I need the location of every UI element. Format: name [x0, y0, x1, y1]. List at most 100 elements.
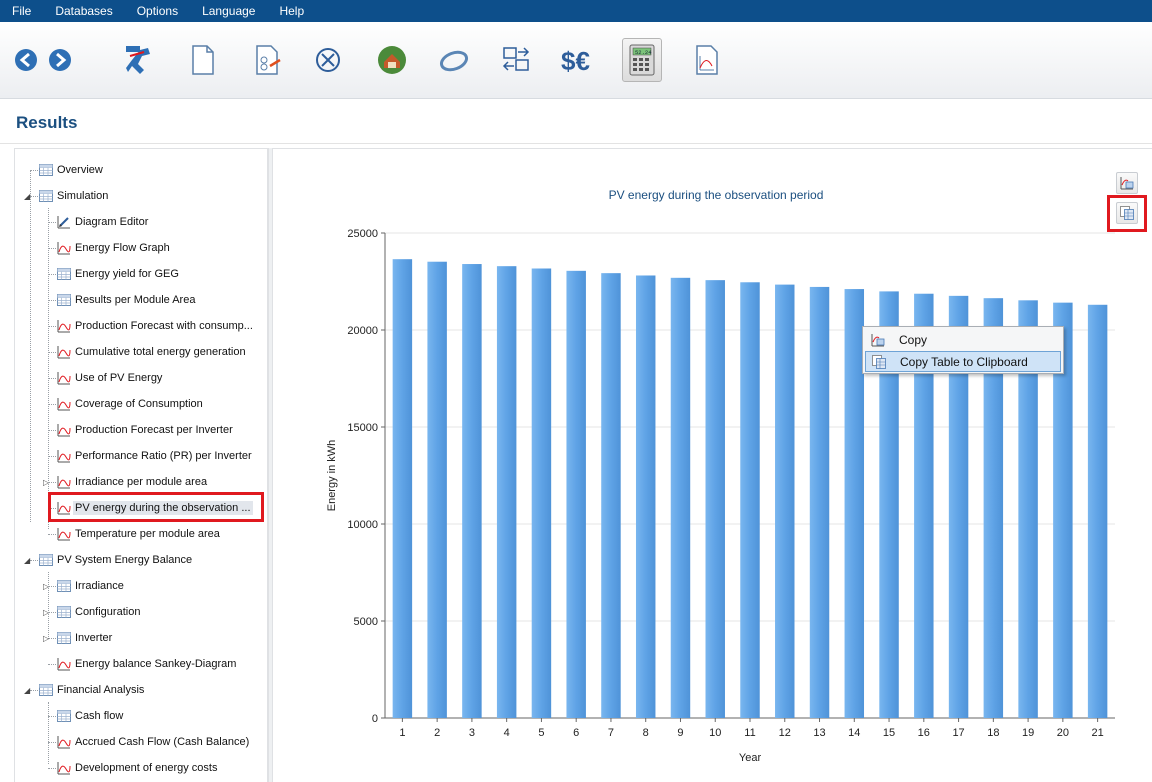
x-tick-label: 9	[677, 727, 683, 739]
y-axis-label: Energy in kWh	[326, 440, 338, 512]
tree-item-diagram-editor[interactable]: Diagram Editor	[56, 213, 150, 231]
bar-chart: 05000100001500020000250001 2 3 4 5 6 7 8 9 10 11 12…	[326, 228, 1115, 764]
menu-help[interactable]: Help	[267, 0, 316, 22]
tree-item-irradiance[interactable]: Irradiance	[56, 577, 126, 595]
x-tick-label: 19	[1022, 727, 1034, 739]
import-export-button[interactable]	[496, 38, 536, 82]
bar-year-10	[705, 280, 725, 718]
close-circle-icon	[316, 48, 340, 72]
project-runner-icon	[126, 46, 150, 74]
tree-connector	[48, 326, 56, 327]
x-tick-label: 20	[1057, 727, 1069, 739]
tree-item-label: PV System Energy Balance	[57, 554, 193, 566]
tree-connector	[48, 404, 56, 405]
table-icon	[56, 630, 72, 646]
tree-connector	[48, 456, 56, 457]
table-icon	[38, 162, 54, 178]
collapse-arrow-icon[interactable]: ◢	[24, 686, 33, 695]
3d-visualization-button[interactable]	[372, 38, 412, 82]
bar-year-2	[427, 261, 447, 718]
tree-connector	[48, 274, 56, 275]
chart-icon	[56, 448, 72, 464]
new-document-button[interactable]	[182, 38, 222, 82]
tree-item-cumulative-total-energy-generation[interactable]: Cumulative total energy generation	[56, 343, 248, 361]
tree-item-label: Performance Ratio (PR) per Inverter	[75, 450, 252, 462]
tree-item-energy-yield-for-geg[interactable]: Energy yield for GEG	[56, 265, 181, 283]
table-icon	[38, 552, 54, 568]
tree-item-production-forecast-with-consump[interactable]: Production Forecast with consump...	[56, 317, 255, 335]
tree-item-configuration[interactable]: Configuration	[56, 603, 142, 621]
tree-item-energy-balance-sankey-diagram[interactable]: Energy balance Sankey-Diagram	[56, 655, 238, 673]
x-tick-label: 7	[608, 727, 614, 739]
menu-file[interactable]: File	[0, 0, 43, 22]
tree-connector	[48, 716, 56, 717]
tree-item-label: Production Forecast with consump...	[75, 320, 253, 332]
y-tick-label: 10000	[347, 519, 378, 531]
menu-databases[interactable]: Databases	[43, 0, 124, 22]
tree-connector	[48, 702, 49, 764]
tree-item-results-per-module-area[interactable]: Results per Module Area	[56, 291, 197, 309]
context-menu-copy-table[interactable]: Copy Table to Clipboard	[865, 351, 1061, 372]
title-divider	[0, 143, 1152, 144]
tree-item-financial-analysis[interactable]: Financial Analysis	[38, 681, 146, 699]
chart-document-button[interactable]	[686, 38, 726, 82]
project-runner-button[interactable]	[118, 38, 158, 82]
tree-item-label: Financial Analysis	[57, 684, 145, 696]
shading-button[interactable]	[434, 38, 474, 82]
tree-item-production-forecast-per-inverter[interactable]: Production Forecast per Inverter	[56, 421, 235, 439]
tree-item-temperature-per-module-area[interactable]: Temperature per module area	[56, 525, 222, 543]
context-menu-copy[interactable]: Copy	[865, 329, 1061, 350]
x-tick-label: 14	[848, 727, 860, 739]
tree-item-irradiance-per-module-area[interactable]: Irradiance per module area	[56, 473, 209, 491]
tree-item-overview[interactable]: Overview	[38, 161, 105, 179]
copy-chart-icon	[1120, 177, 1134, 190]
financial-button[interactable]: $€	[558, 38, 598, 82]
x-axis-label: Year	[739, 752, 762, 764]
tree-item-cash-flow[interactable]: Cash flow	[56, 707, 125, 725]
tree-item-label: Energy balance Sankey-Diagram	[75, 658, 237, 670]
tree-item-label: Development of energy costs	[75, 762, 218, 774]
tree-item-coverage-of-consumption[interactable]: Coverage of Consumption	[56, 395, 205, 413]
copy-chart-icon	[867, 331, 889, 349]
chart-icon	[56, 474, 72, 490]
bar-year-21	[1087, 304, 1108, 718]
menu-language[interactable]: Language	[190, 0, 267, 22]
table-icon	[56, 578, 72, 594]
tree-connector	[48, 768, 56, 769]
tree-item-performance-ratio-pr-per-inverter[interactable]: Performance Ratio (PR) per Inverter	[56, 447, 254, 465]
x-tick-label: 18	[987, 727, 999, 739]
context-menu: Copy Copy Table to Clipboard	[862, 326, 1064, 374]
close-project-button[interactable]	[308, 38, 348, 82]
tree-connector	[48, 248, 56, 249]
tree-item-label: Accrued Cash Flow (Cash Balance)	[75, 736, 250, 748]
x-tick-label: 17	[952, 727, 964, 739]
y-tick-label: 20000	[347, 325, 378, 337]
tree-item-label: Temperature per module area	[75, 528, 220, 540]
diagram-edit-icon	[56, 214, 72, 230]
menu-options[interactable]: Options	[125, 0, 190, 22]
x-tick-label: 13	[813, 727, 825, 739]
chart-icon	[56, 344, 72, 360]
chart-icon	[56, 240, 72, 256]
tree-item-use-of-pv-energy[interactable]: Use of PV Energy	[56, 369, 164, 387]
tree-connector	[48, 208, 49, 529]
back-icon	[15, 49, 37, 71]
tree-item-pv-system-energy-balance[interactable]: PV System Energy Balance	[38, 551, 194, 569]
tree-connector	[48, 430, 56, 431]
tree-item-development-of-energy-costs[interactable]: Development of energy costs	[56, 759, 219, 777]
forward-button[interactable]	[40, 38, 80, 82]
copy-chart-button[interactable]	[1116, 172, 1138, 194]
y-tick-label: 15000	[347, 422, 378, 434]
import-document-button[interactable]	[246, 38, 286, 82]
collapse-arrow-icon[interactable]: ◢	[24, 556, 33, 565]
selection-highlight-box	[48, 492, 264, 522]
tree-connector	[48, 222, 56, 223]
tree-item-inverter[interactable]: Inverter	[56, 629, 114, 647]
tree-connector	[48, 300, 56, 301]
results-button[interactable]: 52.24	[622, 38, 662, 82]
x-tick-label: 15	[883, 727, 895, 739]
tree-item-accrued-cash-flow-cash-balance[interactable]: Accrued Cash Flow (Cash Balance)	[56, 733, 251, 751]
tree-item-energy-flow-graph[interactable]: Energy Flow Graph	[56, 239, 172, 257]
svg-text:$€: $€	[561, 46, 590, 76]
tree-item-label: Use of PV Energy	[75, 372, 163, 384]
